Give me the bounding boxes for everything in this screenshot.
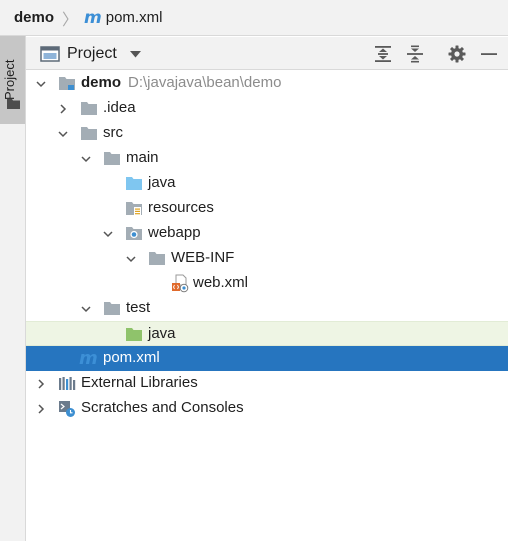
- view-selector-label: Project: [67, 45, 117, 62]
- chevron-down-icon[interactable]: [126, 254, 136, 264]
- project-panel-header: Project: [26, 37, 508, 70]
- folder-icon: [149, 252, 165, 265]
- tree-item-java-source[interactable]: java: [26, 171, 508, 196]
- tree-item-label: main: [126, 149, 159, 166]
- dropdown-icon: [129, 50, 141, 57]
- tree-item-external-libraries[interactable]: External Libraries: [26, 371, 508, 396]
- module-path: D:\javajava\bean\demo: [128, 74, 282, 91]
- tool-window-stripe: Project: [0, 36, 26, 541]
- resources-folder-icon: [126, 202, 142, 215]
- maven-icon: m: [79, 348, 98, 369]
- project-tool-tab[interactable]: Project: [0, 36, 25, 124]
- scratches-icon: [59, 401, 75, 417]
- minimize-icon: [481, 53, 497, 55]
- web-folder-icon: [126, 227, 142, 240]
- tree-item-web-xml[interactable]: web.xml: [26, 271, 508, 296]
- tree-item-resources[interactable]: resources: [26, 196, 508, 221]
- gear-icon: [448, 45, 466, 63]
- chevron-right-icon[interactable]: [36, 379, 46, 389]
- chevron-right-icon[interactable]: [36, 404, 46, 414]
- folder-icon: [81, 102, 97, 115]
- chevron-right-icon[interactable]: [58, 104, 68, 114]
- tree-item-idea[interactable]: .idea: [26, 96, 508, 121]
- tree-item-label: pom.xml: [103, 349, 160, 366]
- tree-item-label: External Libraries: [81, 374, 198, 391]
- folder-icon: [104, 152, 120, 165]
- tree-item-scratches[interactable]: Scratches and Consoles: [26, 396, 508, 421]
- hide-panel-button[interactable]: [479, 44, 499, 64]
- breadcrumb: demo 〉 m pom.xml: [0, 0, 508, 36]
- breadcrumb-separator-icon: 〉: [62, 11, 79, 29]
- expand-all-icon: [375, 46, 391, 62]
- tree-item-java-test[interactable]: java: [26, 321, 508, 346]
- tree-item-label: java: [148, 174, 176, 191]
- tree-item-web-inf[interactable]: WEB-INF: [26, 246, 508, 271]
- chevron-down-icon[interactable]: [103, 229, 113, 239]
- chevron-down-icon[interactable]: [36, 79, 46, 89]
- xml-descriptor-icon: [172, 274, 189, 293]
- test-folder-icon: [126, 328, 142, 341]
- tree-item-label: resources: [148, 199, 214, 216]
- folder-icon: [104, 302, 120, 315]
- tree-item-demo[interactable]: demo D:\javajava\bean\demo: [26, 71, 508, 96]
- tree-item-label: test: [126, 299, 151, 316]
- tree-item-label: Scratches and Consoles: [81, 399, 244, 416]
- libraries-icon: [59, 377, 76, 390]
- expand-all-button[interactable]: [373, 44, 393, 64]
- tree-item-label: web.xml: [193, 274, 249, 291]
- settings-button[interactable]: [447, 44, 467, 64]
- tree-item-label: src: [103, 124, 123, 141]
- chevron-down-icon[interactable]: [81, 154, 91, 164]
- module-folder-icon: [59, 77, 75, 90]
- collapse-all-button[interactable]: [405, 44, 425, 64]
- tree-item-src[interactable]: src: [26, 121, 508, 146]
- breadcrumb-file[interactable]: pom.xml: [106, 9, 163, 26]
- tree-item-pom-xml[interactable]: m pom.xml: [26, 346, 508, 371]
- view-selector[interactable]: Project: [40, 43, 141, 65]
- maven-icon: m: [84, 7, 102, 28]
- project-window-icon: [40, 46, 60, 62]
- tree-item-main[interactable]: main: [26, 146, 508, 171]
- collapse-all-icon: [407, 45, 423, 63]
- tree-item-label: demo: [81, 74, 122, 91]
- project-tool-tab-label: Project: [2, 59, 17, 100]
- tree-item-label: java: [148, 325, 176, 342]
- breadcrumb-project[interactable]: demo: [14, 9, 54, 26]
- chevron-down-icon[interactable]: [81, 304, 91, 314]
- tree-item-label: webapp: [148, 224, 201, 241]
- tree-item-label: idea: [107, 99, 136, 116]
- folder-icon: [7, 99, 20, 109]
- tree-item-test[interactable]: test: [26, 296, 508, 321]
- chevron-down-icon[interactable]: [58, 129, 68, 139]
- source-folder-icon: [126, 177, 142, 190]
- folder-icon: [81, 127, 97, 140]
- tree-item-label: WEB-INF: [171, 249, 235, 266]
- tree-item-webapp[interactable]: webapp: [26, 221, 508, 246]
